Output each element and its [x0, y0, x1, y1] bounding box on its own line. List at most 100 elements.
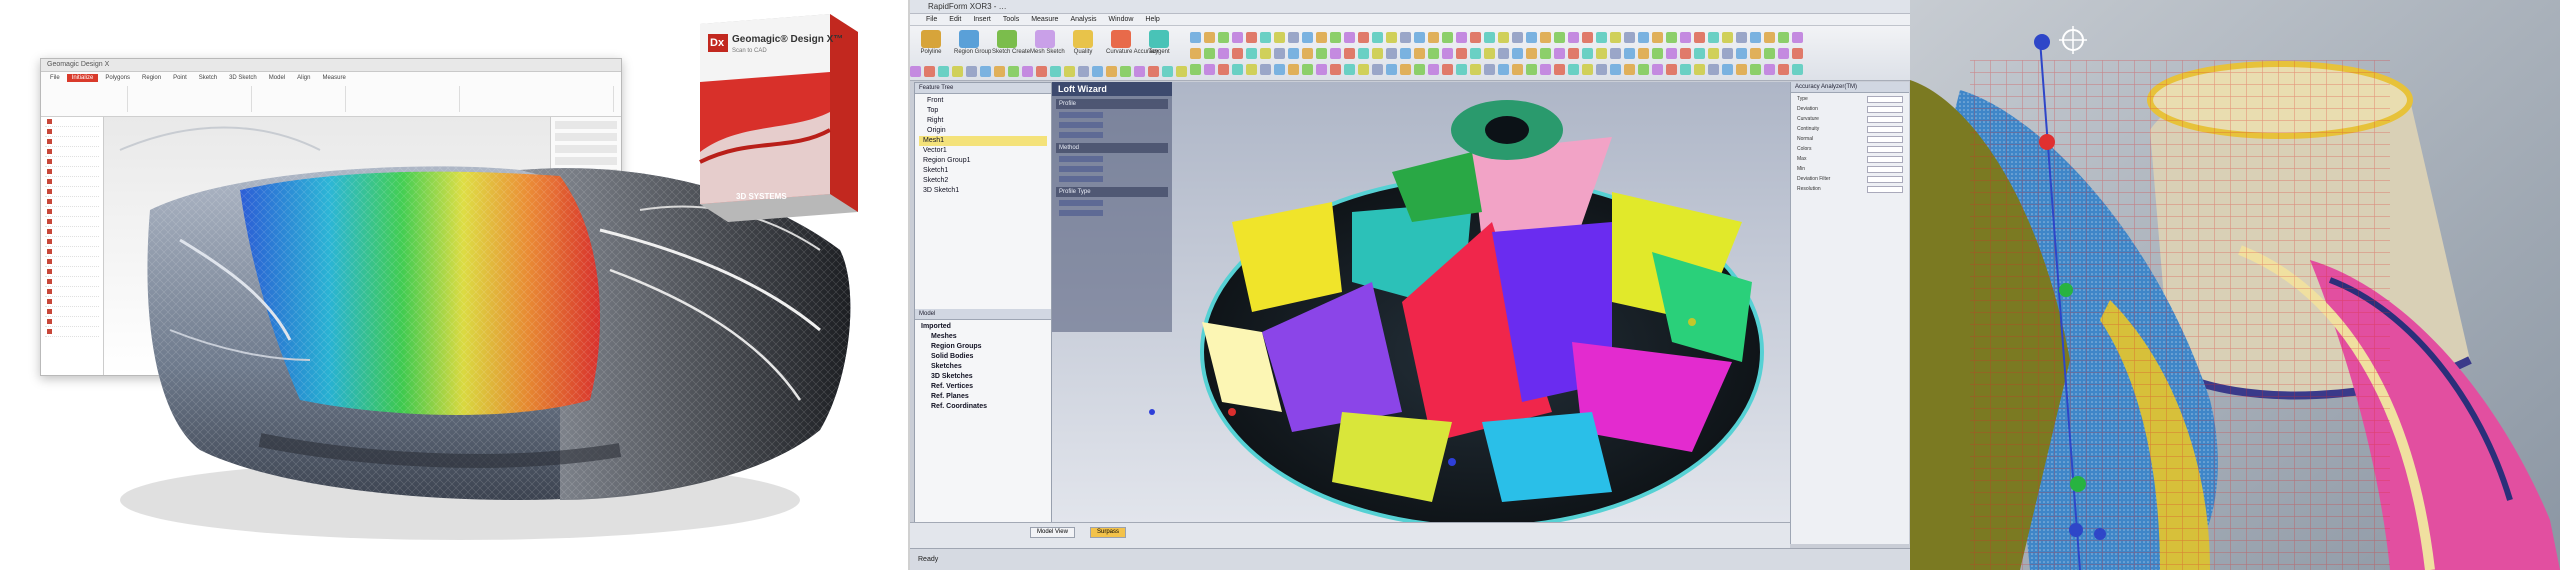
- toolbar-icon[interactable]: [1190, 64, 1201, 75]
- toolbar-icon[interactable]: [1428, 48, 1439, 59]
- toolbar-icon[interactable]: [1596, 32, 1607, 43]
- toolbar-icon[interactable]: [1008, 66, 1019, 77]
- property-value-field[interactable]: [1867, 146, 1903, 153]
- toolbar-icon[interactable]: [1204, 64, 1215, 75]
- toolbar-icon[interactable]: [1722, 48, 1733, 59]
- property-value-field[interactable]: [1867, 136, 1903, 143]
- toolbar-icon[interactable]: [910, 66, 921, 77]
- tree-item[interactable]: Meshes: [919, 332, 1047, 342]
- toolbar-icon[interactable]: [1386, 32, 1397, 43]
- toolbar-icon[interactable]: [1358, 48, 1369, 59]
- toolbar-icon[interactable]: [1414, 48, 1425, 59]
- toolbar-icon[interactable]: [1652, 48, 1663, 59]
- toolbar-icon[interactable]: [1638, 32, 1649, 43]
- toolbar-icon[interactable]: [1792, 64, 1803, 75]
- property-value-field[interactable]: [1867, 116, 1903, 123]
- toolbar-icon[interactable]: [1260, 64, 1271, 75]
- tree-item[interactable]: Mesh1: [919, 136, 1047, 146]
- toolbar-icon[interactable]: [1218, 32, 1229, 43]
- toolbar-icon[interactable]: [1400, 64, 1411, 75]
- toolbar-icon[interactable]: [1470, 48, 1481, 59]
- tree-item[interactable]: Ref. Coordinates: [919, 402, 1047, 412]
- toolbar-icon[interactable]: [1456, 32, 1467, 43]
- toolbar-icon[interactable]: [1666, 64, 1677, 75]
- toolbar-icon[interactable]: [1484, 64, 1495, 75]
- toolbar-icon[interactable]: [1120, 66, 1131, 77]
- toolbar-icon[interactable]: [966, 66, 977, 77]
- toolbar-icon[interactable]: [1470, 64, 1481, 75]
- tree-item[interactable]: Right: [919, 116, 1047, 126]
- toolbar-icon[interactable]: [1036, 66, 1047, 77]
- toolbar-button[interactable]: Curvature Accuracy: [1106, 30, 1158, 60]
- toolbar-icon[interactable]: [1680, 32, 1691, 43]
- toolbar-icon[interactable]: [938, 66, 949, 77]
- toolbar-icon[interactable]: [1722, 32, 1733, 43]
- toolbar-button[interactable]: Quality: [1068, 30, 1098, 60]
- toolbar-icon[interactable]: [1638, 64, 1649, 75]
- toolbar-icon[interactable]: [1246, 64, 1257, 75]
- toolbar-icon[interactable]: [1666, 48, 1677, 59]
- toolbar-icon[interactable]: [1064, 66, 1075, 77]
- toolbar-icon[interactable]: [1498, 64, 1509, 75]
- menu-item[interactable]: Window: [1109, 14, 1134, 25]
- toolbar-icon[interactable]: [1288, 48, 1299, 59]
- toolbar-icon[interactable]: [1358, 32, 1369, 43]
- toolbar-icon[interactable]: [1512, 48, 1523, 59]
- toolbar-icon[interactable]: [1414, 32, 1425, 43]
- toolbar-icon[interactable]: [1218, 48, 1229, 59]
- toolbar-icon[interactable]: [1428, 64, 1439, 75]
- tab-surpass[interactable]: Surpass: [1090, 527, 1127, 538]
- toolbar-icon[interactable]: [1694, 32, 1705, 43]
- toolbar-icon[interactable]: [1442, 64, 1453, 75]
- toolbar-icon[interactable]: [1708, 48, 1719, 59]
- toolbar-icon[interactable]: [1512, 64, 1523, 75]
- toolbar-icon[interactable]: [1232, 32, 1243, 43]
- toolbar-icon[interactable]: [1246, 32, 1257, 43]
- property-value-field[interactable]: [1867, 166, 1903, 173]
- toolbar-icon[interactable]: [1694, 64, 1705, 75]
- toolbar-icon[interactable]: [1372, 48, 1383, 59]
- toolbar-icon[interactable]: [1596, 48, 1607, 59]
- toolbar-icon[interactable]: [1470, 32, 1481, 43]
- toolbar-icon[interactable]: [1288, 32, 1299, 43]
- toolbar-icon[interactable]: [1778, 64, 1789, 75]
- property-value-field[interactable]: [1867, 176, 1903, 183]
- menu-item[interactable]: Edit: [949, 14, 961, 25]
- toolbar-icon[interactable]: [1386, 48, 1397, 59]
- menu-item[interactable]: File: [926, 14, 937, 25]
- toolbar-icon[interactable]: [1568, 48, 1579, 59]
- toolbar-icon[interactable]: [1330, 64, 1341, 75]
- toolbar-icon[interactable]: [994, 66, 1005, 77]
- toolbar-icon[interactable]: [1694, 48, 1705, 59]
- toolbar-icon[interactable]: [1540, 48, 1551, 59]
- toolbar-icon[interactable]: [1624, 48, 1635, 59]
- tree-item[interactable]: Vector1: [919, 146, 1047, 156]
- toolbar-icon[interactable]: [1666, 32, 1677, 43]
- toolbar-icon[interactable]: [1372, 32, 1383, 43]
- toolbar-icon[interactable]: [1652, 32, 1663, 43]
- toolbar-icon[interactable]: [1274, 32, 1285, 43]
- toolbar-icon[interactable]: [1414, 64, 1425, 75]
- property-value-field[interactable]: [1867, 126, 1903, 133]
- toolbar-icon[interactable]: [1078, 66, 1089, 77]
- toolbar-icon[interactable]: [1498, 32, 1509, 43]
- property-value-field[interactable]: [1867, 96, 1903, 103]
- tree-item[interactable]: 3D Sketches: [919, 372, 1047, 382]
- toolbar-icon[interactable]: [1708, 64, 1719, 75]
- toolbar-icon[interactable]: [1736, 48, 1747, 59]
- toolbar-icon[interactable]: [1554, 48, 1565, 59]
- toolbar-icon[interactable]: [1778, 48, 1789, 59]
- toolbar-icon[interactable]: [1624, 64, 1635, 75]
- tree-item[interactable]: Top: [919, 106, 1047, 116]
- toolbar-icon[interactable]: [1316, 64, 1327, 75]
- toolbar-icon[interactable]: [1540, 32, 1551, 43]
- property-value-field[interactable]: [1867, 186, 1903, 193]
- toolbar-icon[interactable]: [1736, 32, 1747, 43]
- toolbar-icon[interactable]: [1106, 66, 1117, 77]
- toolbar-icon[interactable]: [1204, 32, 1215, 43]
- toolbar-icon[interactable]: [1316, 32, 1327, 43]
- toolbar-button[interactable]: Sketch Create: [992, 30, 1030, 60]
- tab-model-view[interactable]: Model View: [1030, 527, 1075, 538]
- toolbar-icon[interactable]: [1302, 64, 1313, 75]
- toolbar-icon[interactable]: [1274, 64, 1285, 75]
